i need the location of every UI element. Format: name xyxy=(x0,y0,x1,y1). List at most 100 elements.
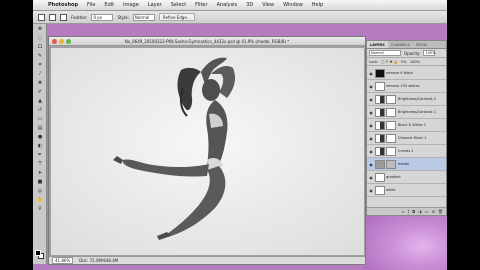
visibility-eye-icon[interactable]: ◉ xyxy=(367,123,375,128)
opacity-label: Opacity: xyxy=(404,50,421,56)
feather-input[interactable]: 0 px xyxy=(91,13,114,21)
layer-thumbnail xyxy=(375,185,385,195)
document-window: Nx_0649_20100322-PKK-Sasha-Gymnastics_44… xyxy=(48,36,366,265)
blend-mode-select[interactable]: Normal xyxy=(369,50,401,56)
new-layer-icon[interactable]: ⊞ xyxy=(432,209,435,214)
layer-thumbnail xyxy=(375,81,385,91)
layer-mask-thumbnail xyxy=(386,120,396,130)
eyedropper-icon[interactable]: ⁄ xyxy=(35,70,45,78)
desktop-wallpaper-swirl xyxy=(363,210,447,270)
menu-3d[interactable]: 3D xyxy=(246,2,253,8)
quick-select-icon[interactable]: ✎ xyxy=(35,52,45,60)
visibility-eye-icon[interactable]: ◉ xyxy=(367,136,375,141)
history-brush-icon[interactable]: ↺ xyxy=(35,106,45,114)
layer-row[interactable]: ◉ Black & White 1 xyxy=(367,119,446,132)
zoom-button[interactable] xyxy=(66,39,71,44)
brush-tool-icon[interactable]: ✐ xyxy=(35,88,45,96)
menu-help[interactable]: Help xyxy=(312,2,323,8)
layer-mask-thumbnail xyxy=(386,107,396,117)
menu-filter[interactable]: Filter xyxy=(195,2,207,8)
crop-tool-icon[interactable]: ⌗ xyxy=(35,61,45,69)
add-selection-icon[interactable] xyxy=(60,13,67,21)
opacity-input[interactable]: 100% xyxy=(423,50,435,56)
layer-row[interactable]: ◉ Curves 2 xyxy=(367,145,446,158)
layer-row[interactable]: ◉ white xyxy=(367,184,446,197)
type-tool-icon[interactable]: T xyxy=(35,160,45,168)
visibility-eye-icon[interactable]: ◉ xyxy=(367,71,375,76)
lock-icon[interactable]: ▢ ✎ ✥ 🔒 xyxy=(381,60,398,64)
layer-row[interactable]: ◉ Brightness/Contrast 1 xyxy=(367,106,446,119)
zoom-level[interactable]: 41.86% xyxy=(52,257,74,264)
blur-tool-icon[interactable]: ● xyxy=(35,133,45,141)
visibility-eye-icon[interactable]: ◉ xyxy=(367,188,375,193)
fill-input[interactable]: 100% xyxy=(410,60,420,64)
adjustment-thumbnail xyxy=(375,107,385,117)
layer-row-selected[interactable]: ◉ model xyxy=(367,158,446,171)
eraser-icon[interactable]: ▭ xyxy=(35,115,45,123)
menu-view[interactable]: View xyxy=(262,2,274,8)
menu-window[interactable]: Window xyxy=(283,2,303,8)
layer-style-icon[interactable]: ƒ xyxy=(408,209,409,214)
image-canvas[interactable] xyxy=(51,48,364,255)
3d-rotate-icon[interactable]: ◎ xyxy=(35,187,45,195)
menu-select[interactable]: Select xyxy=(171,2,186,8)
menu-app-name[interactable]: Photoshop xyxy=(48,2,78,8)
tab-channels[interactable]: CHANNELS xyxy=(388,41,413,48)
layer-thumbnail xyxy=(375,159,385,169)
visibility-eye-icon[interactable]: ◉ xyxy=(367,84,375,89)
marquee-tool-icon[interactable]: ⬚ xyxy=(35,34,45,42)
layer-row[interactable]: ◉ remove if black xyxy=(367,67,446,80)
foreground-color-swatch[interactable] xyxy=(35,250,41,256)
menu-image[interactable]: Image xyxy=(123,2,139,8)
lasso-tool-icon[interactable]: ᗝ xyxy=(35,43,45,51)
adjustment-thumbnail xyxy=(375,120,385,130)
marquee-tool-preset-icon[interactable] xyxy=(38,13,45,21)
hand-tool-icon[interactable]: ✋ xyxy=(35,196,45,204)
tab-paths[interactable]: PATHS xyxy=(413,41,430,48)
layer-name: model xyxy=(398,162,409,166)
tab-layers[interactable]: LAYERS xyxy=(367,41,388,48)
refine-edge-button[interactable]: Refine Edge... xyxy=(158,13,195,21)
close-button[interactable] xyxy=(52,39,57,44)
visibility-eye-icon[interactable]: ◉ xyxy=(367,97,375,102)
layer-row[interactable]: ◉ remove 255 whites xyxy=(367,80,446,93)
document-title-bar[interactable]: Nx_0649_20100322-PKK-Sasha-Gymnastics_44… xyxy=(49,37,365,46)
layers-panel: LAYERS CHANNELS PATHS Normal Opacity: 10… xyxy=(366,40,447,216)
style-select[interactable]: Normal xyxy=(132,13,155,21)
menu-analysis[interactable]: Analysis xyxy=(217,2,238,8)
layer-row[interactable]: ◉ gradient xyxy=(367,171,446,184)
style-label: Style: xyxy=(117,14,129,20)
fill-label: Fill: xyxy=(401,59,407,64)
layer-row[interactable]: ◉ Brightness/Contrast 2 xyxy=(367,93,446,106)
new-selection-icon[interactable] xyxy=(49,13,56,21)
layer-name: Brightness/Contrast 1 xyxy=(398,110,437,114)
path-select-icon[interactable]: ➤ xyxy=(35,169,45,177)
menu-edit[interactable]: Edit xyxy=(104,2,114,8)
trash-icon[interactable]: 🗑 xyxy=(438,209,443,214)
visibility-eye-icon[interactable]: ◉ xyxy=(367,175,375,180)
healing-brush-icon[interactable]: ✚ xyxy=(35,79,45,87)
visibility-eye-icon[interactable]: ◉ xyxy=(367,110,375,115)
visibility-eye-icon[interactable]: ◉ xyxy=(367,149,375,154)
gymnast-photo xyxy=(51,48,364,255)
dodge-tool-icon[interactable]: ◐ xyxy=(35,142,45,150)
clone-stamp-icon[interactable]: ▲ xyxy=(35,97,45,105)
gradient-tool-icon[interactable]: ▤ xyxy=(35,124,45,132)
menu-layer[interactable]: Layer xyxy=(148,2,162,8)
menu-file[interactable]: File xyxy=(87,2,95,8)
layer-row[interactable]: ◉ Channel Mixer 1 xyxy=(367,132,446,145)
status-bar: 41.86% Doc: 72.0M/648.4M xyxy=(49,256,365,264)
options-bar: Feather: 0 px Style: Normal Refine Edge.… xyxy=(33,11,447,24)
doc-size-info[interactable]: Doc: 72.0M/648.4M xyxy=(79,258,118,263)
move-tool-icon[interactable]: ✥ xyxy=(35,25,45,33)
minimize-button[interactable] xyxy=(59,39,64,44)
link-layers-icon[interactable]: ∞ xyxy=(401,209,404,214)
shape-tool-icon[interactable]: ■ xyxy=(35,178,45,186)
zoom-tool-icon[interactable]: ⚲ xyxy=(35,205,45,213)
adjustment-layer-icon[interactable]: ◑ xyxy=(418,209,422,214)
pen-tool-icon[interactable]: ✒ xyxy=(35,151,45,159)
visibility-eye-icon[interactable]: ◉ xyxy=(367,162,375,167)
add-mask-icon[interactable]: ◘ xyxy=(412,209,415,214)
new-group-icon[interactable]: ▭ xyxy=(425,209,429,214)
layer-thumbnail xyxy=(375,68,385,78)
